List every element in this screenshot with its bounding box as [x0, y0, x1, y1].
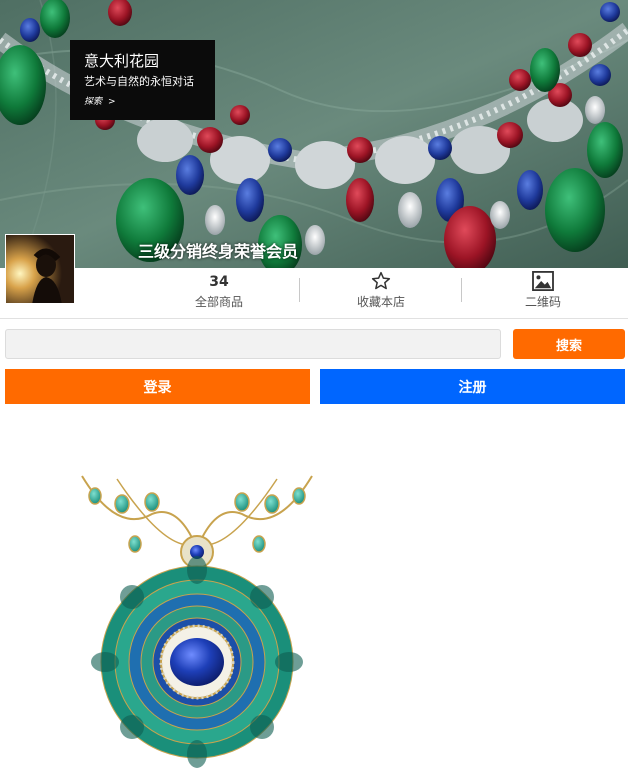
- promo-box: 意大利花园 艺术与自然的永恒对话 探索 >: [70, 40, 215, 120]
- promo-subtitle: 艺术与自然的永恒对话: [84, 75, 194, 88]
- promo-title: 意大利花园: [84, 52, 160, 70]
- image-icon: [532, 271, 554, 291]
- store-avatar[interactable]: [5, 234, 75, 304]
- search-row: 搜索: [0, 319, 628, 369]
- all-goods-label: 全部商品: [194, 295, 243, 309]
- favorite-store-button[interactable]: 收藏本店: [300, 268, 462, 318]
- login-button[interactable]: 登录: [5, 369, 310, 404]
- product-item[interactable]: [77, 474, 317, 780]
- product-list: [0, 409, 628, 780]
- store-banner[interactable]: 意大利花园 艺术与自然的永恒对话 探索 > 三级分销终身荣誉会员: [0, 0, 628, 268]
- store-stats-bar: 34 全部商品 收藏本店 二维码: [0, 268, 628, 319]
- chevron-right-icon: >: [108, 97, 116, 107]
- explore-link[interactable]: 探索 >: [84, 94, 201, 107]
- favorite-store-label: 收藏本店: [356, 295, 405, 309]
- necklace-product-image: [81, 475, 313, 768]
- register-button[interactable]: 注册: [320, 369, 625, 404]
- goods-count: 34: [209, 274, 229, 290]
- auth-row: 登录 注册: [0, 369, 628, 409]
- all-goods-stat[interactable]: 34 全部商品: [138, 268, 300, 318]
- avatar-image: [6, 235, 74, 303]
- search-input[interactable]: [5, 329, 501, 359]
- search-button[interactable]: 搜索: [513, 329, 625, 359]
- star-icon: [371, 271, 391, 290]
- store-name: 三级分销终身荣誉会员: [138, 242, 299, 261]
- explore-link-label: 探索: [84, 97, 103, 107]
- qr-code-label: 二维码: [524, 295, 561, 309]
- qr-code-button[interactable]: 二维码: [462, 268, 624, 318]
